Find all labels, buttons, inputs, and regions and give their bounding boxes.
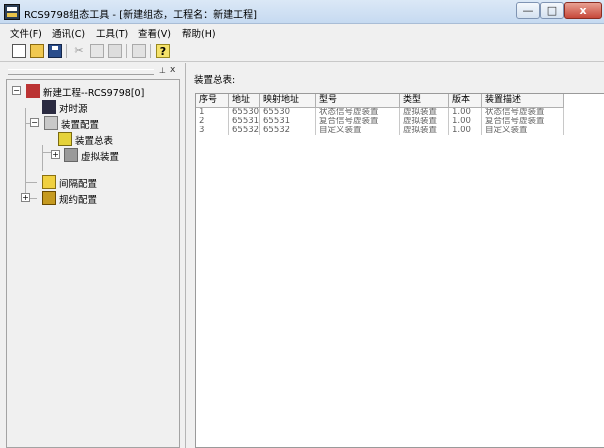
device-list-table[interactable]: 序号 地址 映射地址 型号 类型 版本 装置描述 1 65530 65530 状… [195, 93, 604, 448]
minimize-button[interactable]: — [516, 2, 540, 19]
toolbar-separator [66, 44, 67, 58]
virtual-device-icon [64, 148, 78, 162]
bay-icon [42, 175, 56, 189]
tree-label: 规约配置 [59, 195, 98, 206]
table-cell: 复合信号虚装置 [316, 117, 400, 126]
cut-icon[interactable]: ✂ [72, 44, 86, 58]
copy-icon[interactable] [90, 44, 104, 58]
tree-node-device-table[interactable]: 装置总表 [7, 132, 177, 147]
table-cell: 1.00 [449, 126, 482, 135]
column-header[interactable]: 装置描述 [482, 94, 564, 107]
pin-icon[interactable]: ⊥ [159, 66, 166, 75]
window-title: RCS9798组态工具 - [新建组态，工程名：新建工程] [24, 10, 257, 21]
table-cell: 自定义装置 [316, 126, 400, 135]
new-file-icon[interactable] [12, 44, 26, 58]
column-header[interactable]: 序号 [196, 94, 229, 107]
toolbar: ✂ ? [0, 41, 604, 62]
toolbar-separator [150, 44, 151, 58]
table-cell: 1.00 [449, 117, 482, 126]
tree-label: 装置总表 [75, 136, 114, 147]
app-icon [4, 4, 20, 20]
close-button[interactable]: x [564, 2, 602, 19]
table-cell: 状态信号虚装置 [482, 108, 564, 117]
pane-grip[interactable] [8, 69, 154, 75]
menu-help[interactable]: 帮助(H) [182, 26, 216, 40]
project-tree[interactable]: − 新建工程--RCS9798[0] 对时源 − 装置配置 装置总表 + 虚拟装… [6, 79, 180, 448]
column-header[interactable]: 映射地址 [260, 94, 316, 107]
table-cell: 3 [196, 126, 229, 135]
table-cell: 2 [196, 117, 229, 126]
table-cell: 65532 [260, 126, 316, 135]
collapse-icon[interactable]: − [30, 118, 39, 127]
tree-node-virtual-device[interactable]: + 虚拟装置 [7, 148, 177, 163]
pane-header: ⊥ x [6, 65, 180, 77]
menu-comm[interactable]: 通讯(C) [52, 26, 85, 40]
help-icon[interactable]: ? [156, 44, 170, 58]
menu-view[interactable]: 查看(V) [138, 26, 171, 40]
device-list-icon [58, 132, 72, 146]
app-window: RCS9798组态工具 - [新建组态，工程名：新建工程] — □ x 文件(F… [0, 0, 604, 448]
table-cell: 虚拟装置 [400, 117, 449, 126]
pane-close-icon[interactable]: x [170, 65, 175, 75]
wrench-icon [44, 116, 58, 130]
content-pane: 装置总表: 序号 地址 映射地址 型号 类型 版本 装置描述 1 65530 6… [185, 63, 604, 448]
column-header[interactable]: 类型 [400, 94, 449, 107]
collapse-icon[interactable]: − [12, 86, 21, 95]
toolbar-separator [126, 44, 127, 58]
tree-node-root[interactable]: − 新建工程--RCS9798[0] [7, 84, 177, 99]
open-folder-icon[interactable] [30, 44, 44, 58]
project-tree-pane: ⊥ x − 新建工程--RCS9798[0] 对时源 − 装置配置 装置总表 +… [6, 65, 180, 448]
table-row[interactable]: 2 65531 65531 复合信号虚装置 虚拟装置 1.00 复合信号虚装置 [196, 117, 564, 126]
protocol-icon [42, 191, 56, 205]
tree-label: 虚拟装置 [81, 152, 120, 163]
table-cell: 65530 [260, 108, 316, 117]
tree-label: 间隔配置 [59, 179, 98, 190]
tree-node-time-source[interactable]: 对时源 [7, 100, 177, 115]
tree-label: 对时源 [59, 104, 88, 115]
tree-node-protocol-config[interactable]: + 规约配置 [7, 191, 177, 206]
expand-icon[interactable]: + [51, 150, 60, 159]
clock-source-icon [42, 100, 56, 114]
table-cell: 状态信号虚装置 [316, 108, 400, 117]
table-cell: 虚拟装置 [400, 126, 449, 135]
expand-icon[interactable]: + [21, 193, 30, 202]
paste-icon[interactable] [108, 44, 122, 58]
network-icon [26, 84, 40, 98]
tree-node-bay-config[interactable]: 间隔配置 [7, 175, 177, 190]
panel-title: 装置总表: [194, 75, 236, 86]
table-cell: 65532 [229, 126, 260, 135]
menu-tools[interactable]: 工具(T) [96, 26, 128, 40]
menu-bar: 文件(F) 通讯(C) 工具(T) 查看(V) 帮助(H) [0, 24, 604, 42]
table-header: 序号 地址 映射地址 型号 类型 版本 装置描述 [196, 94, 564, 108]
tree-label: 新建工程--RCS9798[0] [43, 88, 145, 99]
table-cell: 1 [196, 108, 229, 117]
tree-node-device-config[interactable]: − 装置配置 [7, 116, 177, 131]
tree-label: 装置配置 [61, 120, 100, 131]
title-bar[interactable]: RCS9798组态工具 - [新建组态，工程名：新建工程] — □ x [0, 0, 604, 24]
maximize-button[interactable]: □ [540, 2, 564, 19]
column-header[interactable]: 型号 [316, 94, 400, 107]
table-row[interactable]: 1 65530 65530 状态信号虚装置 虚拟装置 1.00 状态信号虚装置 [196, 108, 564, 117]
table-cell: 65531 [260, 117, 316, 126]
column-header[interactable]: 版本 [449, 94, 482, 107]
table-cell: 自定义装置 [482, 126, 564, 135]
table-row[interactable]: 3 65532 65532 自定义装置 虚拟装置 1.00 自定义装置 [196, 126, 564, 135]
table-cell: 1.00 [449, 108, 482, 117]
print-icon[interactable] [132, 44, 146, 58]
table-cell: 复合信号虚装置 [482, 117, 564, 126]
save-icon[interactable] [48, 44, 62, 58]
table-cell: 65530 [229, 108, 260, 117]
menu-file[interactable]: 文件(F) [10, 26, 42, 40]
column-header[interactable]: 地址 [229, 94, 260, 107]
table-cell: 虚拟装置 [400, 108, 449, 117]
table-cell: 65531 [229, 117, 260, 126]
